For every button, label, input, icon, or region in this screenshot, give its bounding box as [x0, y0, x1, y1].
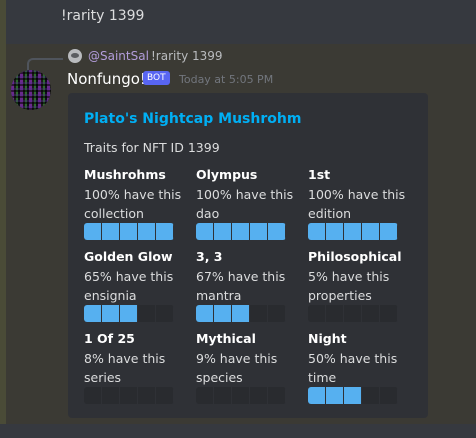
trait-field: Golden Glow 65% have this ensignia [84, 248, 184, 322]
trait-field: 1st 100% have this edition [308, 166, 408, 240]
message-username[interactable]: Nonfungo! [67, 70, 146, 88]
rarity-bar [308, 387, 398, 404]
trait-field: 1 Of 25 8% have this series [84, 330, 184, 404]
bot-badge: BOT [143, 71, 170, 85]
reply-text[interactable]: !rarity 1399 [151, 49, 223, 63]
trait-rarity-text: 100% have this collection [84, 187, 182, 221]
rarity-bar-fill [308, 387, 362, 404]
trait-field: Mushrohms 100% have this collection [84, 166, 184, 240]
rarity-embed: Plato's Nightcap Mushrohm Traits for NFT… [68, 93, 428, 418]
trait-name: Night [308, 331, 347, 346]
embed-description: Traits for NFT ID 1399 [84, 140, 220, 155]
rarity-bar-fill [196, 223, 286, 240]
trait-name: Mushrohms [84, 167, 166, 182]
reply-username[interactable]: @SaintSal [88, 49, 149, 63]
trait-name: Golden Glow [84, 249, 173, 264]
rarity-bar [84, 305, 174, 322]
trait-rarity-text: 5% have this properties [308, 269, 390, 303]
message-timestamp: Today at 5:05 PM [179, 73, 274, 86]
rarity-bar-fill [84, 223, 174, 240]
trait-field: Philosophical 5% have this properties [308, 248, 408, 322]
previous-message-text: !rarity 1399 [61, 8, 145, 24]
rarity-bar [308, 223, 398, 240]
trait-name: Philosophical [308, 249, 402, 264]
trait-field: Night 50% have this time [308, 330, 408, 404]
trait-rarity-text: 9% have this species [196, 351, 278, 385]
message-input-area [0, 424, 476, 438]
reply-avatar-icon[interactable] [68, 49, 82, 63]
trait-rarity-text: 8% have this series [84, 351, 166, 385]
rarity-bar [196, 305, 286, 322]
trait-name: Olympus [196, 167, 258, 182]
rarity-bar [308, 305, 398, 322]
trait-name: 3, 3 [196, 249, 223, 264]
rarity-bar [196, 223, 286, 240]
trait-field: Olympus 100% have this dao [196, 166, 296, 240]
rarity-bar [196, 387, 286, 404]
embed-title[interactable]: Plato's Nightcap Mushrohm [84, 111, 301, 127]
avatar[interactable] [11, 70, 51, 110]
trait-field: 3, 3 67% have this mantra [196, 248, 296, 322]
rarity-bar [84, 223, 174, 240]
rarity-bar-fill [84, 305, 138, 322]
trait-field: Mythical 9% have this species [196, 330, 296, 404]
trait-rarity-text: 100% have this dao [196, 187, 294, 221]
trait-rarity-text: 100% have this edition [308, 187, 406, 221]
trait-name: 1 Of 25 [84, 331, 135, 346]
rarity-bar-fill [308, 223, 398, 240]
rarity-bar [84, 387, 174, 404]
trait-name: Mythical [196, 331, 256, 346]
trait-rarity-text: 67% have this mantra [196, 269, 286, 303]
rarity-bar-fill [196, 305, 250, 322]
trait-rarity-text: 50% have this time [308, 351, 398, 385]
trait-rarity-text: 65% have this ensignia [84, 269, 174, 303]
trait-name: 1st [308, 167, 331, 182]
